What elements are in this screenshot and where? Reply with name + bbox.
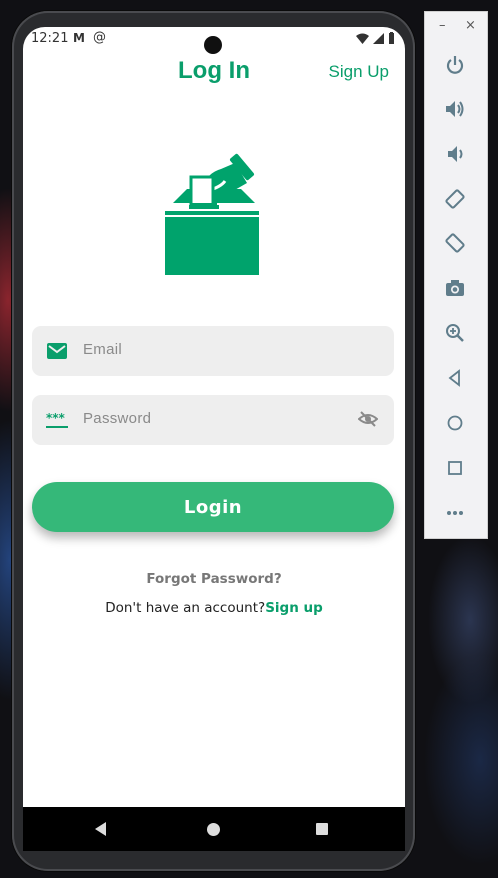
signal-icon: [373, 32, 384, 44]
email-field[interactable]: Email: [32, 326, 394, 376]
zoom-icon: [446, 324, 464, 342]
nav-back-icon[interactable]: [95, 822, 106, 836]
rotate-left-icon: [445, 189, 465, 209]
wifi-icon: [356, 33, 369, 44]
navigation-bar: [23, 807, 405, 851]
close-button[interactable]: ×: [465, 18, 476, 33]
rotate-right-icon: [445, 233, 465, 253]
rotate-left-button[interactable]: [442, 186, 468, 212]
password-placeholder: Password: [83, 410, 152, 427]
back-button[interactable]: [442, 365, 468, 391]
volume-up-icon: [446, 101, 464, 117]
password-icon: ***: [46, 411, 68, 428]
phone-chin: [23, 851, 405, 865]
power-icon: [446, 56, 464, 74]
signup-link-top[interactable]: Sign Up: [329, 62, 389, 82]
volume-down-button[interactable]: [442, 141, 468, 167]
overview-button[interactable]: [442, 455, 468, 481]
password-field[interactable]: *** Password: [32, 395, 394, 445]
camera-icon: [446, 280, 464, 296]
more-button[interactable]: [442, 500, 468, 526]
camera-cutout: [204, 36, 222, 54]
more-icon: [447, 511, 463, 515]
login-button[interactable]: Login: [32, 482, 394, 532]
zoom-button[interactable]: [442, 320, 468, 346]
emulator-toolbar: – ×: [424, 11, 488, 539]
signup-link-bottom[interactable]: Sign up: [265, 600, 323, 616]
no-account-text: Don't have an account?: [105, 600, 266, 616]
nav-recents-icon[interactable]: [316, 823, 328, 835]
nav-home-icon[interactable]: [207, 823, 220, 836]
minimize-button[interactable]: –: [439, 18, 446, 33]
overview-icon: [448, 461, 462, 475]
toolbar-window-controls: – ×: [425, 18, 487, 38]
app-screen: 12:21 M @ Log In Sign Up Email *** Passw…: [23, 27, 405, 851]
volume-up-button[interactable]: [442, 96, 468, 122]
home-button[interactable]: [442, 410, 468, 436]
forgot-password-link[interactable]: Forgot Password?: [23, 571, 405, 587]
email-placeholder: Email: [83, 341, 123, 358]
battery-icon: [389, 32, 394, 44]
back-icon: [448, 369, 460, 387]
home-icon: [447, 415, 463, 431]
rotate-right-button[interactable]: [442, 230, 468, 256]
visibility-off-icon[interactable]: [358, 409, 378, 429]
at-sign-icon: @: [93, 30, 106, 45]
gmail-icon: M: [73, 31, 85, 45]
volume-down-icon: [448, 146, 463, 162]
power-button[interactable]: [442, 52, 468, 78]
screenshot-button[interactable]: [442, 275, 468, 301]
email-icon: [47, 343, 67, 359]
status-time: 12:21: [31, 31, 69, 46]
svg-text:***: ***: [46, 411, 66, 425]
signup-prompt: Don't have an account?Sign up: [23, 600, 405, 616]
ballot-box-vote-icon: [165, 153, 259, 275]
status-icons: [356, 32, 395, 44]
